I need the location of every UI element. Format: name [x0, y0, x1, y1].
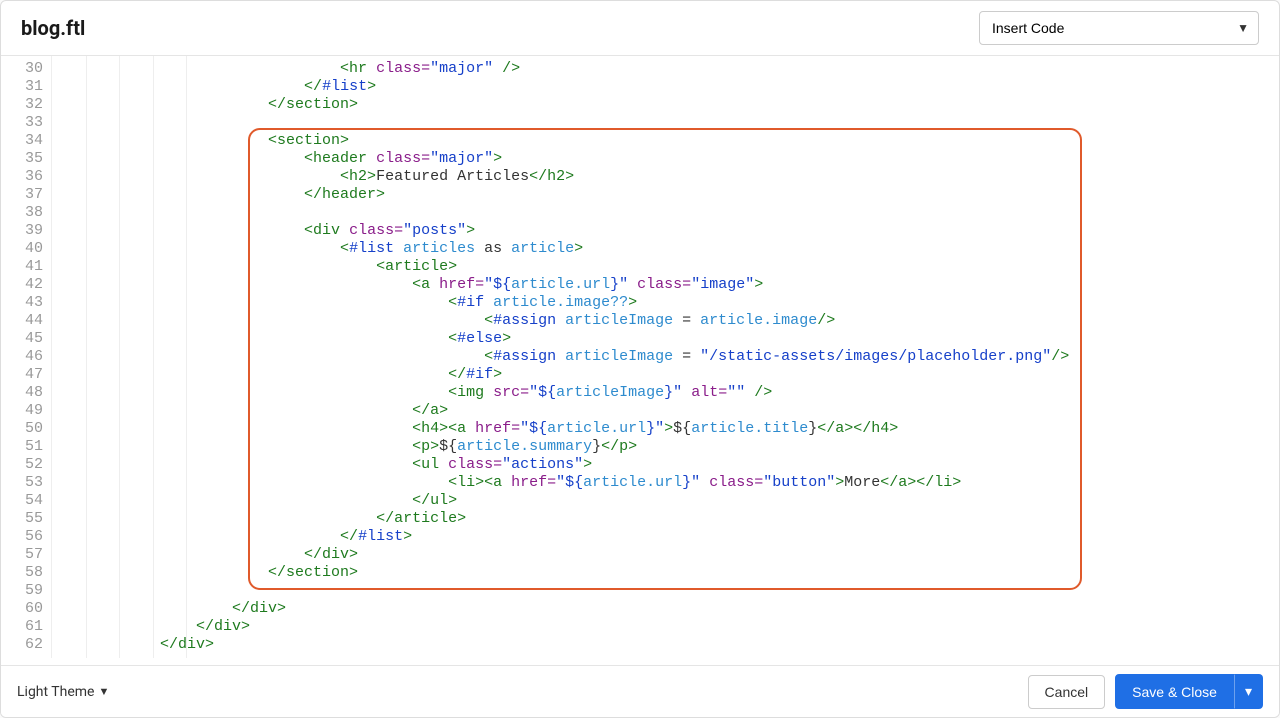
code-line[interactable]: <ul class="actions"> — [52, 456, 1279, 474]
insert-code-select[interactable]: Insert Code — [979, 11, 1259, 45]
code-line[interactable]: </#list> — [52, 78, 1279, 96]
code-line[interactable]: </ul> — [52, 492, 1279, 510]
code-line[interactable]: </article> — [52, 510, 1279, 528]
caret-down-icon: ▾ — [1245, 683, 1252, 699]
code-line[interactable]: <header class="major"> — [52, 150, 1279, 168]
code-line[interactable]: </a> — [52, 402, 1279, 420]
code-lines[interactable]: <hr class="major" /> </#list> </section>… — [52, 56, 1279, 658]
code-line[interactable]: </div> — [52, 636, 1279, 654]
code-line[interactable]: <#assign articleImage = article.image/> — [52, 312, 1279, 330]
line-gutter: 3031323334353637383940414243444546474849… — [1, 56, 52, 658]
code-line[interactable] — [52, 204, 1279, 222]
code-line[interactable]: </div> — [52, 600, 1279, 618]
code-line[interactable]: </section> — [52, 564, 1279, 582]
code-line[interactable]: </#if> — [52, 366, 1279, 384]
code-line[interactable]: <#assign articleImage = "/static-assets/… — [52, 348, 1279, 366]
theme-selector[interactable]: Light Theme ▼ — [17, 684, 109, 700]
save-close-button[interactable]: Save & Close — [1115, 674, 1234, 709]
code-line[interactable]: <h4><a href="${article.url}">${article.t… — [52, 420, 1279, 438]
code-line[interactable]: </div> — [52, 618, 1279, 636]
theme-label: Light Theme — [17, 684, 95, 700]
code-line[interactable]: <#list articles as article> — [52, 240, 1279, 258]
code-line[interactable]: </header> — [52, 186, 1279, 204]
code-line[interactable]: <article> — [52, 258, 1279, 276]
code-line[interactable]: <p>${article.summary}</p> — [52, 438, 1279, 456]
code-line[interactable] — [52, 114, 1279, 132]
code-line[interactable]: <h2>Featured Articles</h2> — [52, 168, 1279, 186]
code-line[interactable]: </#list> — [52, 528, 1279, 546]
code-line[interactable]: <hr class="major" /> — [52, 60, 1279, 78]
code-line[interactable] — [52, 582, 1279, 600]
code-line[interactable]: <#else> — [52, 330, 1279, 348]
code-line[interactable]: <#if article.image??> — [52, 294, 1279, 312]
code-line[interactable]: <li><a href="${article.url}" class="butt… — [52, 474, 1279, 492]
code-line[interactable]: <section> — [52, 132, 1279, 150]
code-line[interactable]: <img src="${articleImage}" alt="" /> — [52, 384, 1279, 402]
code-line[interactable]: <div class="posts"> — [52, 222, 1279, 240]
editor-footer: Light Theme ▼ Cancel Save & Close ▾ — [1, 665, 1279, 717]
editor-header: blog.ftl Insert Code ▼ — [1, 1, 1279, 56]
code-line[interactable]: </div> — [52, 546, 1279, 564]
insert-code-control[interactable]: Insert Code ▼ — [979, 11, 1259, 45]
code-line[interactable]: <a href="${article.url}" class="image"> — [52, 276, 1279, 294]
cancel-button[interactable]: Cancel — [1028, 675, 1106, 709]
save-dropdown-button[interactable]: ▾ — [1234, 674, 1263, 709]
file-title: blog.ftl — [21, 16, 85, 40]
chevron-down-icon: ▼ — [99, 685, 110, 698]
code-editor[interactable]: 3031323334353637383940414243444546474849… — [1, 56, 1279, 665]
code-line[interactable]: </section> — [52, 96, 1279, 114]
